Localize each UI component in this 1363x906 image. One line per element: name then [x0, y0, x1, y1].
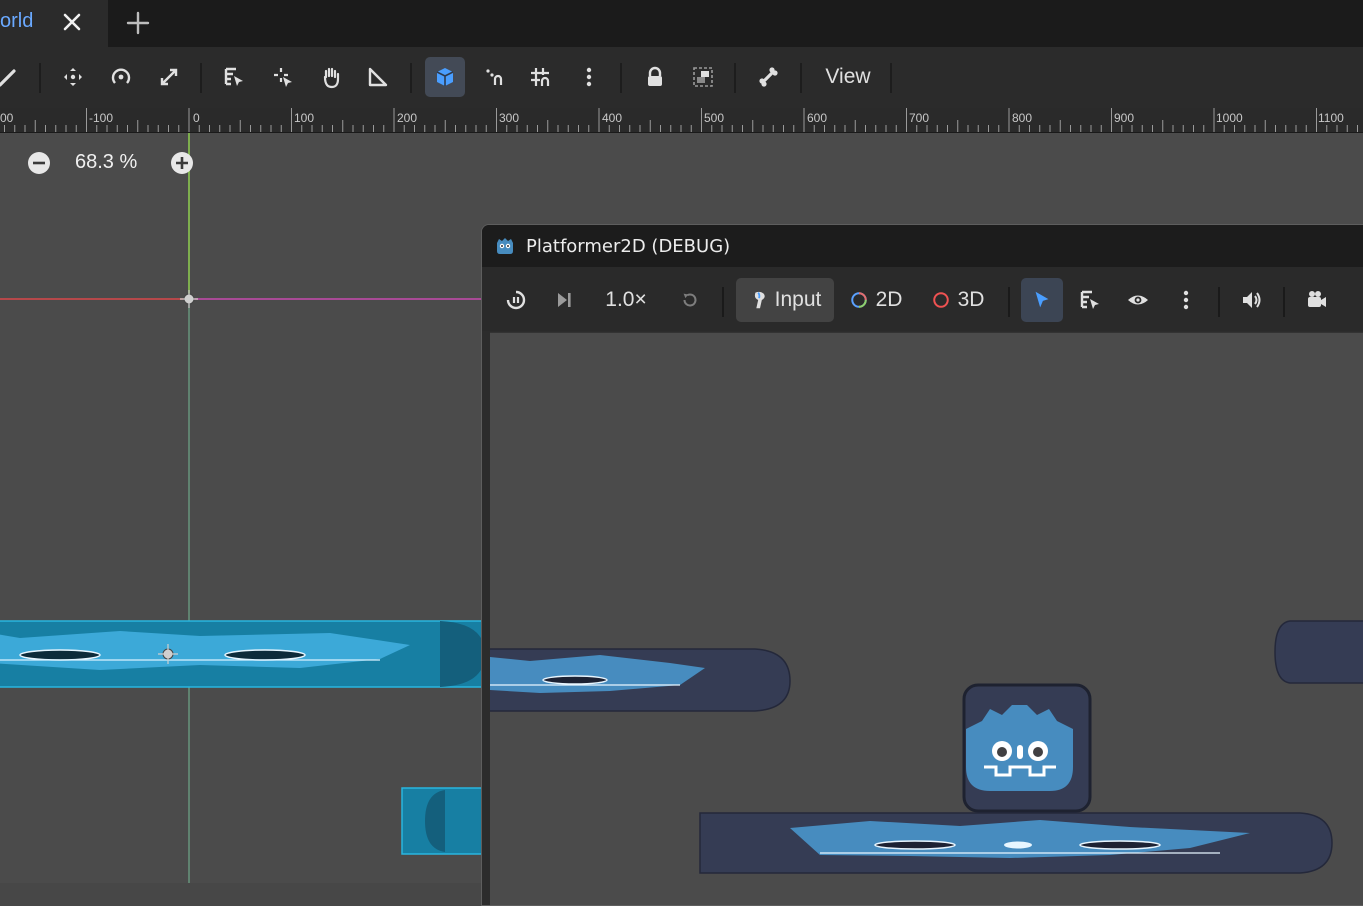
toolbar-separator: [620, 63, 622, 93]
toolbar-separator: [410, 63, 412, 93]
list-select-icon[interactable]: [1069, 278, 1111, 322]
smart-snap-icon[interactable]: [425, 57, 465, 97]
view-menu-button[interactable]: View: [810, 57, 886, 97]
more-options-icon[interactable]: [1165, 278, 1207, 322]
paint-tool-icon[interactable]: [0, 57, 28, 97]
ruler-ticks: [4, 108, 1358, 132]
small-platform: [401, 787, 493, 855]
ruler-label: 1000: [1216, 111, 1243, 125]
next-frame-icon[interactable]: [544, 278, 584, 322]
input-label: Input: [774, 288, 822, 311]
pivot-tool-icon[interactable]: [263, 57, 303, 97]
speed-selector[interactable]: 1.0×: [596, 278, 656, 322]
move-tool-icon[interactable]: [53, 57, 93, 97]
select-tool-icon[interactable]: [1021, 278, 1063, 322]
ring-2d-icon: [850, 292, 867, 308]
toolbar-separator: [1283, 287, 1285, 317]
ruler-label: 1100: [1318, 111, 1344, 125]
ruler-label: 900: [1114, 111, 1135, 125]
mode-2d-toggle[interactable]: 2D: [844, 278, 908, 322]
zoom-out-icon[interactable]: [27, 151, 51, 175]
grid-snap-icon[interactable]: [520, 57, 560, 97]
lock-icon[interactable]: [635, 57, 675, 97]
origin-marker: [180, 290, 198, 308]
ruler-tool-icon[interactable]: [358, 57, 398, 97]
snap-points-icon[interactable]: [474, 57, 514, 97]
game-platform-right: [1274, 620, 1363, 684]
canvas-toolbar: View: [0, 47, 1363, 108]
ruler-label: 400: [602, 111, 623, 125]
toolbar-separator: [890, 63, 892, 93]
game-platform-left: [490, 648, 791, 712]
camera-icon[interactable]: [1296, 278, 1338, 322]
toolbar-separator: [200, 63, 202, 93]
ruler-label: 0: [193, 111, 200, 125]
zoom-in-icon[interactable]: [170, 151, 194, 175]
input-toggle[interactable]: Input: [736, 278, 834, 322]
toolbar-separator: [800, 63, 802, 93]
list-select-icon[interactable]: [214, 57, 254, 97]
ruler-label: 300: [499, 111, 520, 125]
toolbar-separator: [39, 63, 41, 93]
mode-3d-toggle[interactable]: 3D: [926, 278, 990, 322]
bone-icon[interactable]: [748, 57, 788, 97]
scale-tool-icon[interactable]: [149, 57, 189, 97]
window-titlebar[interactable]: Platformer2D (DEBUG): [482, 225, 1363, 267]
game-debug-window[interactable]: Platformer2D (DEBUG) 1.0× Input 2D 3D: [481, 224, 1363, 906]
more-options-icon[interactable]: [569, 57, 609, 97]
game-scene: [490, 620, 1363, 874]
scene-tab-bar: orld: [0, 0, 1363, 47]
toolbar-separator: [1008, 287, 1010, 317]
ruler-label: -100: [89, 111, 114, 125]
add-tab-icon[interactable]: [125, 10, 151, 36]
suspend-icon[interactable]: [496, 278, 536, 322]
ruler-label: 700: [909, 111, 930, 125]
tab-world[interactable]: orld: [0, 0, 109, 47]
zoom-level-label[interactable]: 68.3 %: [75, 151, 137, 174]
mode-2d-label: 2D: [875, 288, 903, 311]
reset-speed-icon[interactable]: [670, 278, 710, 322]
toolbar-separator: [722, 287, 724, 317]
selected-platform: [0, 620, 486, 688]
rotate-tool-icon[interactable]: [101, 57, 141, 97]
close-icon[interactable]: [60, 10, 84, 34]
godot-logo-icon: [494, 235, 516, 257]
ruler-label: 800: [1012, 111, 1033, 125]
game-viewport[interactable]: [490, 332, 1363, 905]
group-icon[interactable]: [683, 57, 723, 97]
toolbar-separator: [734, 63, 736, 93]
ring-3d-icon: [932, 292, 949, 308]
horizontal-ruler[interactable]: 00 -100 0 100 200 300 400 500 600 700 80…: [0, 108, 1363, 133]
pan-tool-icon[interactable]: [311, 57, 351, 97]
player-character: [962, 683, 1092, 813]
tab-label: orld: [0, 10, 34, 32]
ruler-label: 600: [807, 111, 828, 125]
ruler-label: 00: [0, 111, 14, 125]
ruler-label: 100: [294, 111, 315, 125]
ruler-label: 500: [704, 111, 725, 125]
toolbar-separator: [1218, 287, 1220, 317]
joystick-icon: [754, 291, 765, 309]
game-toolbar: 1.0× Input 2D 3D: [482, 267, 1363, 331]
visibility-eye-icon[interactable]: [1117, 278, 1159, 322]
game-platform-bottom: [699, 812, 1333, 874]
audio-icon[interactable]: [1231, 278, 1273, 322]
window-title: Platformer2D (DEBUG): [526, 236, 731, 257]
mode-3d-label: 3D: [957, 288, 985, 311]
ruler-label: 200: [397, 111, 418, 125]
